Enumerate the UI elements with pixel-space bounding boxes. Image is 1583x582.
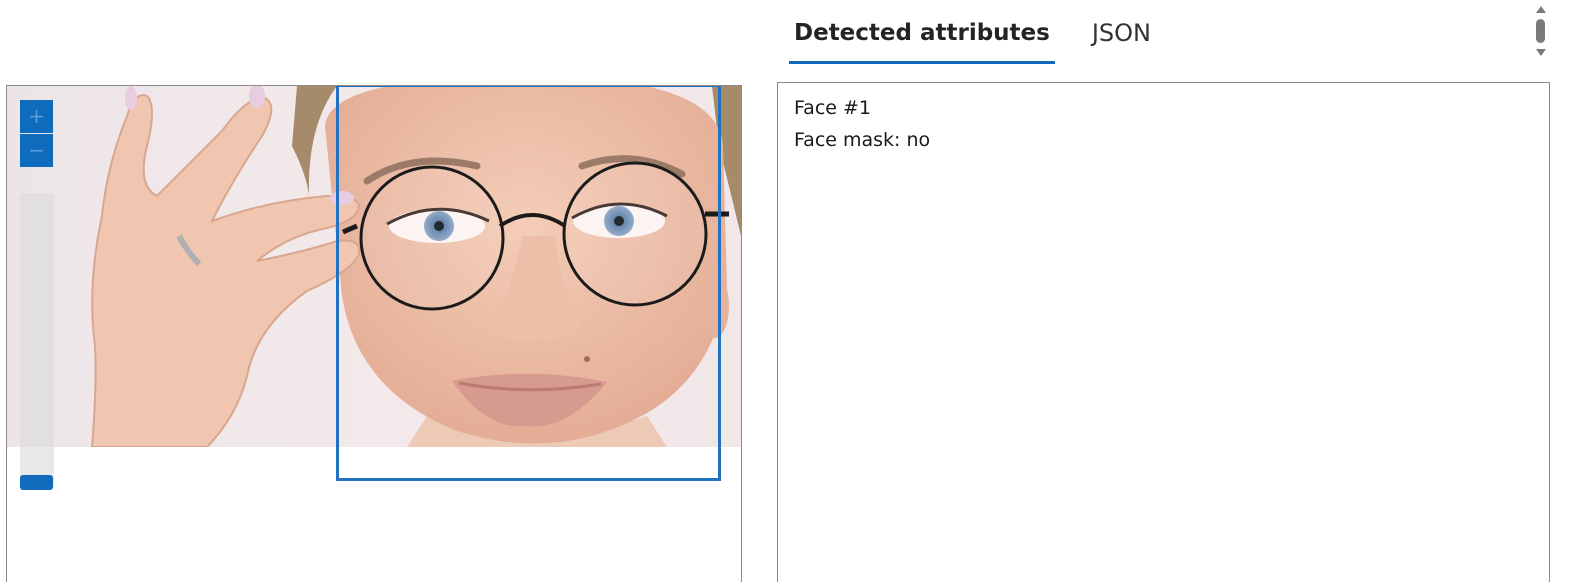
face-bounding-box xyxy=(336,86,721,481)
tab-detected-attributes[interactable]: Detected attributes xyxy=(789,14,1055,64)
scroll-up-icon[interactable] xyxy=(1536,6,1546,13)
zoom-slider-track[interactable] xyxy=(20,193,54,490)
page-scrollbar[interactable] xyxy=(1532,0,1550,62)
zoom-slider-thumb[interactable] xyxy=(20,475,53,490)
face-mask-label: Face mask: no xyxy=(794,129,931,151)
scrollbar-thumb[interactable] xyxy=(1536,19,1545,43)
face-number-label: Face #1 xyxy=(794,97,872,119)
zoom-in-button[interactable]: + xyxy=(20,100,53,133)
attributes-panel: Face #1 Face mask: no xyxy=(777,82,1550,582)
zoom-controls: + − xyxy=(20,100,53,167)
tab-json[interactable]: JSON xyxy=(1087,14,1156,64)
image-viewer: + − xyxy=(6,85,742,582)
zoom-out-icon: − xyxy=(28,138,45,162)
zoom-in-icon: + xyxy=(28,104,45,128)
scroll-down-icon[interactable] xyxy=(1536,49,1546,56)
tab-list: Detected attributes JSON xyxy=(789,14,1156,64)
zoom-out-button[interactable]: − xyxy=(20,134,53,167)
